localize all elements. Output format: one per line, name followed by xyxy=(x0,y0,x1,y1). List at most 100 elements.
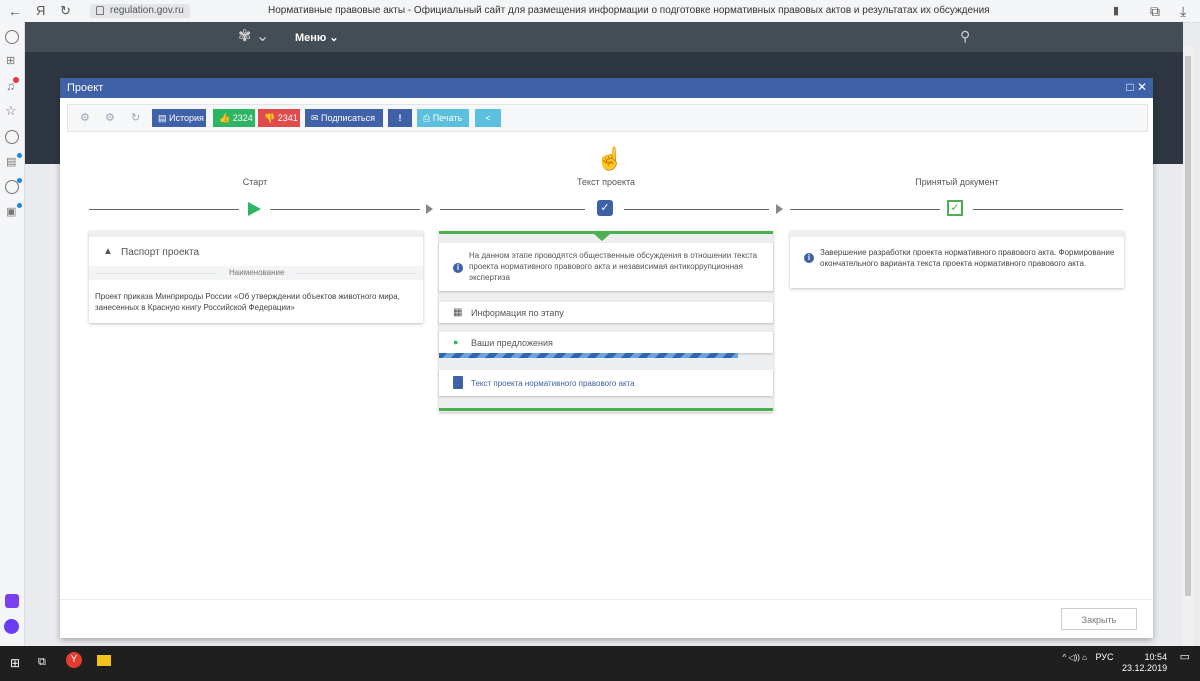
modal-window-controls[interactable]: □ ✕ xyxy=(1126,80,1147,94)
url-text: regulation.gov.ru xyxy=(110,5,184,16)
history-label: История xyxy=(169,113,204,123)
browser-bar: ← Я ↻ regulation.gov.ru Нормативные прав… xyxy=(0,0,1200,23)
notification-badge xyxy=(13,77,19,83)
name-header-row: Наименование xyxy=(89,266,423,280)
stage-label-start: Старт xyxy=(242,177,268,187)
dislike-button[interactable]: 👎 2341 xyxy=(258,109,300,127)
timeline-line xyxy=(440,209,585,210)
final-stage-info: Завершение разработки проекта нормативно… xyxy=(820,248,1115,268)
stage-info-text: На данном этапе проводятся общественные … xyxy=(469,251,758,282)
document-icon[interactable]: ▣ xyxy=(6,205,16,218)
info-icon: i xyxy=(453,263,463,273)
card-top xyxy=(790,231,1124,237)
bookmark-icon[interactable]: ▮ xyxy=(1113,4,1119,17)
back-arrow-icon[interactable]: ← xyxy=(8,3,22,19)
clock-time: 10:54 xyxy=(1144,652,1168,662)
passport-title: Паспорт проекта xyxy=(121,247,200,258)
refresh-icon[interactable]: ↻ xyxy=(131,111,140,124)
subscribe-button[interactable]: ✉ Подписаться xyxy=(305,109,383,127)
building-icon: ▲ xyxy=(103,246,113,257)
dot-indicator xyxy=(17,178,22,183)
header-divider xyxy=(295,273,415,274)
striped-progress-bar xyxy=(439,353,738,358)
timeline-line xyxy=(624,209,769,210)
calculator-icon: ▦ xyxy=(453,307,463,318)
tray-icons[interactable]: ^ ◁)) ⌂ xyxy=(1062,653,1087,662)
stage-label-final: Принятый документ xyxy=(915,177,999,187)
alice-app-icon[interactable] xyxy=(5,594,19,608)
stage-info-label: Информация по этапу xyxy=(471,308,564,318)
like-count: 2324 xyxy=(232,113,253,123)
dot-indicator xyxy=(17,203,22,208)
dislike-count: 2341 xyxy=(277,113,298,123)
comment-icon: ● xyxy=(453,337,459,347)
footer-divider xyxy=(60,599,1153,600)
timeline-line xyxy=(89,209,239,210)
notifications-icon[interactable]: ▭ xyxy=(1180,651,1190,663)
language-indicator[interactable]: РУС xyxy=(1095,652,1113,662)
share-icon[interactable]: < xyxy=(475,109,501,127)
alice-icon[interactable] xyxy=(4,619,19,634)
text-stage-column: i На данном этапе проводятся общественны… xyxy=(439,231,773,412)
stage-label-text: Текст проекта xyxy=(576,177,636,187)
info-icon: i xyxy=(804,253,814,263)
timeline-line xyxy=(790,209,940,210)
start-play-icon xyxy=(248,202,261,216)
final-stage-check-icon: ✓ xyxy=(947,200,963,216)
search-icon[interactable]: ⚲ xyxy=(960,28,970,45)
document-row[interactable]: Текст проекта нормативного правового акт… xyxy=(439,370,773,396)
name-header: Наименование xyxy=(229,268,285,277)
browser-sidebar: ⊞ ♫ ☆ ▤ ▣ xyxy=(0,22,25,646)
green-pointer xyxy=(594,234,610,241)
grid-icon[interactable]: ⊞ xyxy=(6,54,15,67)
clock-icon[interactable] xyxy=(5,130,19,144)
menu-label: Меню xyxy=(295,32,327,44)
emblem-icon[interactable]: ✾ ⌄ xyxy=(238,26,269,46)
timeline-arrow-icon xyxy=(426,204,433,214)
page-title: Нормативные правовые акты - Официальный … xyxy=(268,5,990,16)
menu-button[interactable]: Меню ⌄ xyxy=(295,31,339,44)
history-button[interactable]: ▤ История xyxy=(152,109,206,127)
reload-icon[interactable]: ↻ xyxy=(60,3,71,19)
address-bar[interactable]: regulation.gov.ru xyxy=(90,4,190,18)
green-bottom-bar xyxy=(439,408,773,411)
star-icon[interactable]: ☆ xyxy=(5,103,17,119)
current-stage-check-icon: ✓ xyxy=(597,200,613,216)
task-view-icon[interactable]: ⧉ xyxy=(38,656,46,669)
collections-icon[interactable]: ▤ xyxy=(6,155,16,168)
proposals-row[interactable]: ● Ваши предложения xyxy=(439,332,773,353)
timeline-line xyxy=(270,209,420,210)
final-stage-card: i Завершение разработки проекта норматив… xyxy=(790,231,1124,288)
document-link[interactable]: Текст проекта нормативного правового акт… xyxy=(471,379,635,388)
scrollbar-thumb[interactable] xyxy=(1185,56,1191,596)
settings-alt-icon[interactable]: ⚙ xyxy=(105,111,115,124)
project-toolbar: ⚙ ⚙ ↻ ▤ История 👍 2324 👎 2341 ✉ Подписат… xyxy=(67,104,1148,132)
card-top xyxy=(89,231,423,237)
header-divider xyxy=(97,273,217,274)
dot-indicator xyxy=(17,153,22,158)
clock-date: 23.12.2019 xyxy=(1122,663,1168,673)
like-button[interactable]: 👍 2324 xyxy=(213,109,255,127)
lock-icon xyxy=(96,6,104,15)
timeline-line xyxy=(973,209,1123,210)
windows-start-icon[interactable]: ⊞ xyxy=(10,656,20,670)
current-stage-pointer-icon: ☝ xyxy=(596,146,624,171)
file-explorer-icon[interactable] xyxy=(97,655,111,666)
stage-info-row[interactable]: ▦ Информация по этапу xyxy=(439,302,773,323)
yandex-icon[interactable]: Я xyxy=(36,3,45,18)
yandex-browser-icon[interactable]: Y xyxy=(66,652,82,668)
download-icon[interactable]: ⤓ xyxy=(1180,3,1186,20)
close-button[interactable]: Закрыть xyxy=(1061,608,1137,630)
stage-info-box: i На данном этапе проводятся общественны… xyxy=(439,243,773,291)
subscribe-label: Подписаться xyxy=(321,113,375,123)
document-icon xyxy=(453,376,463,389)
page-scrollbar[interactable] xyxy=(1183,46,1193,646)
profile-icon[interactable] xyxy=(5,30,19,44)
settings-icon[interactable]: ⚙ xyxy=(80,111,90,124)
extensions-icon[interactable]: ⧉ xyxy=(1150,3,1160,20)
modal-title: Проект xyxy=(67,82,104,94)
print-button[interactable]: ⎙ Печать xyxy=(417,109,469,127)
taskbar: ⊞ ⧉ Y ^ ◁)) ⌂ РУС 10:54 23.12.2019 ▭ xyxy=(0,646,1200,681)
alert-icon[interactable]: ! xyxy=(388,109,412,127)
timeline-arrow-icon xyxy=(776,204,783,214)
